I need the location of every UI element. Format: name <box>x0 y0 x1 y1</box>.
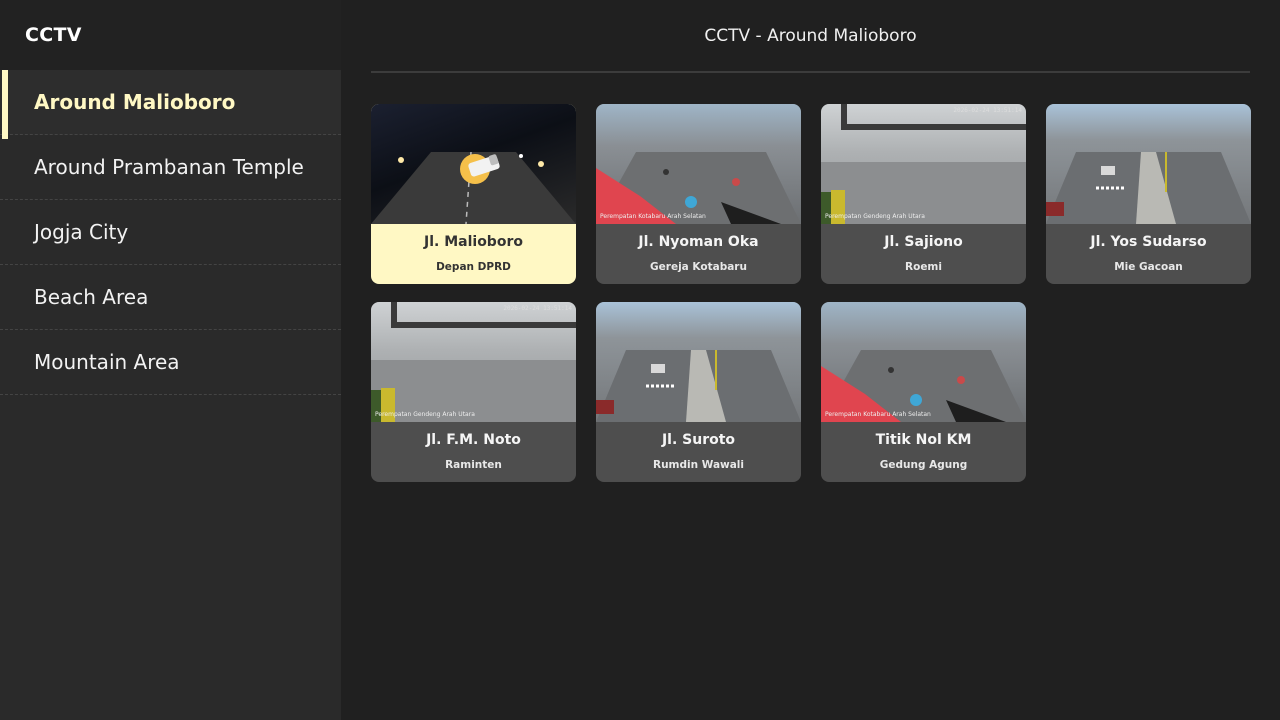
camera-card-nyoman-oka[interactable]: Perempatan Kotabaru Arah Selatan Jl. Nyo… <box>596 104 801 284</box>
camera-name: Jl. Suroto <box>661 432 736 448</box>
camera-location: Gereja Kotabaru <box>650 261 747 273</box>
camera-thumbnail <box>596 302 801 422</box>
camera-thumbnail <box>371 104 576 224</box>
camera-card-yos-sudarso[interactable]: Jl. Yos Sudarso Mie Gacoan <box>1046 104 1251 284</box>
road-graphic <box>596 350 801 422</box>
sidebar-item-label: Beach Area <box>34 285 149 309</box>
sidebar-item-around-prambanan-temple[interactable]: Around Prambanan Temple <box>0 135 341 200</box>
camera-card-suroto[interactable]: Jl. Suroto Rumdin Wawali <box>596 302 801 482</box>
divider <box>371 71 1250 73</box>
camera-caption: Perempatan Gendeng Arah Utara <box>825 213 925 220</box>
camera-caption: Perempatan Kotabaru Arah Selatan <box>600 213 706 220</box>
sidebar: CCTV Around Malioboro Around Prambanan T… <box>0 0 341 720</box>
camera-location: Depan DPRD <box>436 261 511 273</box>
camera-card-titik-nol-km[interactable]: Perempatan Kotabaru Arah Selatan Titik N… <box>821 302 1026 482</box>
camera-thumbnail: 2026-02-24 13:51:14 Perempatan Gendeng A… <box>371 302 576 422</box>
camera-thumbnail: Perempatan Kotabaru Arah Selatan <box>596 104 801 224</box>
camera-thumbnail <box>1046 104 1251 224</box>
camera-caption: Perempatan Kotabaru Arah Selatan <box>825 411 931 418</box>
camera-location: Gedung Agung <box>879 459 968 471</box>
sidebar-item-label: Around Malioboro <box>34 90 236 114</box>
camera-thumbnail: Perempatan Kotabaru Arah Selatan <box>821 302 1026 422</box>
camera-timestamp: 2026-02-24 13:51:14 <box>953 107 1022 114</box>
camera-icon <box>460 154 500 184</box>
sidebar-item-label: Around Prambanan Temple <box>34 155 304 179</box>
sidebar-item-beach-area[interactable]: Beach Area <box>0 265 341 330</box>
camera-caption: Perempatan Gendeng Arah Utara <box>375 411 475 418</box>
camera-name: Jl. Malioboro <box>424 234 523 250</box>
camera-name: Jl. Sajiono <box>884 234 963 250</box>
sidebar-item-label: Jogja City <box>34 220 129 244</box>
sidebar-item-around-malioboro[interactable]: Around Malioboro <box>0 70 341 139</box>
app-brand: CCTV <box>0 0 341 70</box>
camera-location: Roemi <box>905 261 942 273</box>
camera-location: Raminten <box>445 459 502 471</box>
camera-card-fm-noto[interactable]: 2026-02-24 13:51:14 Perempatan Gendeng A… <box>371 302 576 482</box>
camera-card-sajiono[interactable]: 2026-02-24 13:51:14 Perempatan Gendeng A… <box>821 104 1026 284</box>
camera-name: Titik Nol KM <box>875 432 972 448</box>
road-graphic <box>1046 152 1251 224</box>
camera-card-malioboro[interactable]: Jl. Malioboro Depan DPRD <box>371 104 576 284</box>
camera-location: Mie Gacoan <box>1114 261 1183 273</box>
camera-thumbnail: 2026-02-24 13:51:14 Perempatan Gendeng A… <box>821 104 1026 224</box>
app-title: CCTV <box>25 24 82 46</box>
sidebar-item-jogja-city[interactable]: Jogja City <box>0 200 341 265</box>
main-content: CCTV - Around Malioboro Jl. Malioboro De… <box>341 0 1280 720</box>
sidebar-item-mountain-area[interactable]: Mountain Area <box>0 330 341 395</box>
camera-name: Jl. Nyoman Oka <box>638 234 759 250</box>
camera-name: Jl. Yos Sudarso <box>1090 234 1207 250</box>
camera-name: Jl. F.M. Noto <box>426 432 521 448</box>
camera-timestamp: 2026-02-24 13:51:14 <box>503 305 572 312</box>
camera-location: Rumdin Wawali <box>652 459 745 471</box>
sidebar-item-label: Mountain Area <box>34 350 180 374</box>
page-title: CCTV - Around Malioboro <box>704 26 917 46</box>
